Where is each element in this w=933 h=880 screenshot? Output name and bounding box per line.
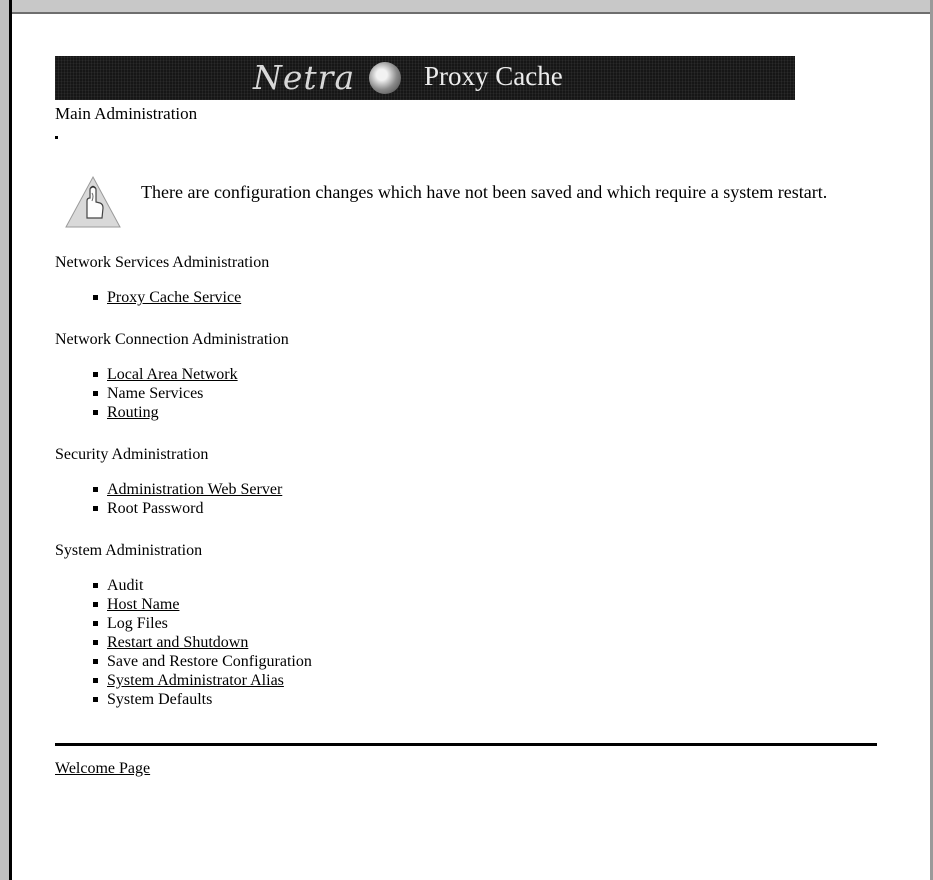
page-title: Main Administration	[55, 104, 198, 123]
list-item: Log Files	[93, 614, 885, 633]
list-item[interactable]: Proxy Cache Service	[93, 288, 885, 307]
horizontal-rule	[55, 743, 877, 746]
admin-link[interactable]: System Administrator Alias	[107, 671, 284, 690]
section-heading: System Administration	[55, 542, 203, 559]
admin-item-label: Save and Restore Configuration	[107, 653, 312, 670]
bullet-icon	[93, 640, 98, 645]
bullet-icon	[93, 602, 98, 607]
admin-item-label: Audit	[107, 577, 144, 594]
list-item[interactable]: Host Name	[93, 595, 885, 614]
product-banner: Netra Proxy Cache	[55, 56, 795, 100]
section-heading: Security Administration	[55, 446, 209, 463]
list-item[interactable]: Restart and Shutdown	[93, 633, 885, 652]
banner-brand: Netra	[253, 58, 356, 97]
hand-warning-icon	[65, 175, 121, 228]
list-item: Audit	[93, 576, 885, 595]
admin-link[interactable]: Routing	[107, 403, 159, 422]
bullet-icon	[93, 697, 98, 702]
admin-link[interactable]: Host Name	[107, 595, 179, 614]
admin-link[interactable]: Restart and Shutdown	[107, 633, 248, 652]
section-link-list: Proxy Cache Service	[55, 288, 885, 307]
list-item[interactable]: Routing	[93, 403, 885, 422]
separator-dot	[55, 136, 58, 139]
admin-link[interactable]: Administration Web Server	[107, 480, 282, 499]
section-link-list: Administration Web Server Root Password	[55, 480, 885, 518]
section-link-list: Audit Host Name Log Files Restart and Shutd…	[55, 576, 885, 709]
list-item[interactable]: System Administrator Alias	[93, 671, 885, 690]
list-item[interactable]: Local Area Network	[93, 365, 885, 384]
bullet-icon	[93, 659, 98, 664]
welcome-page-link[interactable]: Welcome Page	[55, 760, 150, 778]
bullet-icon	[93, 583, 98, 588]
bullet-icon	[93, 410, 98, 415]
bullet-icon	[93, 372, 98, 377]
admin-link[interactable]: Proxy Cache Service	[107, 288, 241, 307]
admin-item-label: Name Services	[107, 385, 204, 402]
banner-product-name: Proxy Cache	[424, 61, 563, 91]
admin-item-label: Root Password	[107, 500, 204, 517]
page-content: Netra Proxy Cache Main Administration Th…	[55, 56, 885, 778]
bullet-icon	[93, 506, 98, 511]
bullet-icon	[93, 678, 98, 683]
admin-link[interactable]: Local Area Network	[107, 365, 238, 384]
bullet-icon	[93, 295, 98, 300]
admin-sections: Network Services Administration Proxy Cac…	[55, 254, 885, 709]
section-heading: Network Connection Administration	[55, 331, 289, 348]
globe-logo-icon	[369, 62, 401, 94]
section-heading: Network Services Administration	[55, 254, 270, 271]
admin-item-label: System Defaults	[107, 691, 213, 708]
section-link-list: Local Area Network Name Services Routing	[55, 365, 885, 422]
restart-notice: There are configuration changes which ha…	[55, 174, 885, 230]
admin-item-label: Log Files	[107, 615, 168, 632]
window-left-frame	[0, 0, 12, 880]
notice-text: There are configuration changes which ha…	[141, 182, 828, 202]
list-item: Root Password	[93, 499, 885, 518]
list-item[interactable]: Administration Web Server	[93, 480, 885, 499]
bullet-icon	[93, 621, 98, 626]
list-item: Name Services	[93, 384, 885, 403]
list-item: System Defaults	[93, 690, 885, 709]
list-item: Save and Restore Configuration	[93, 652, 885, 671]
window-top-frame	[0, 0, 933, 14]
bullet-icon	[93, 391, 98, 396]
bullet-icon	[93, 487, 98, 492]
